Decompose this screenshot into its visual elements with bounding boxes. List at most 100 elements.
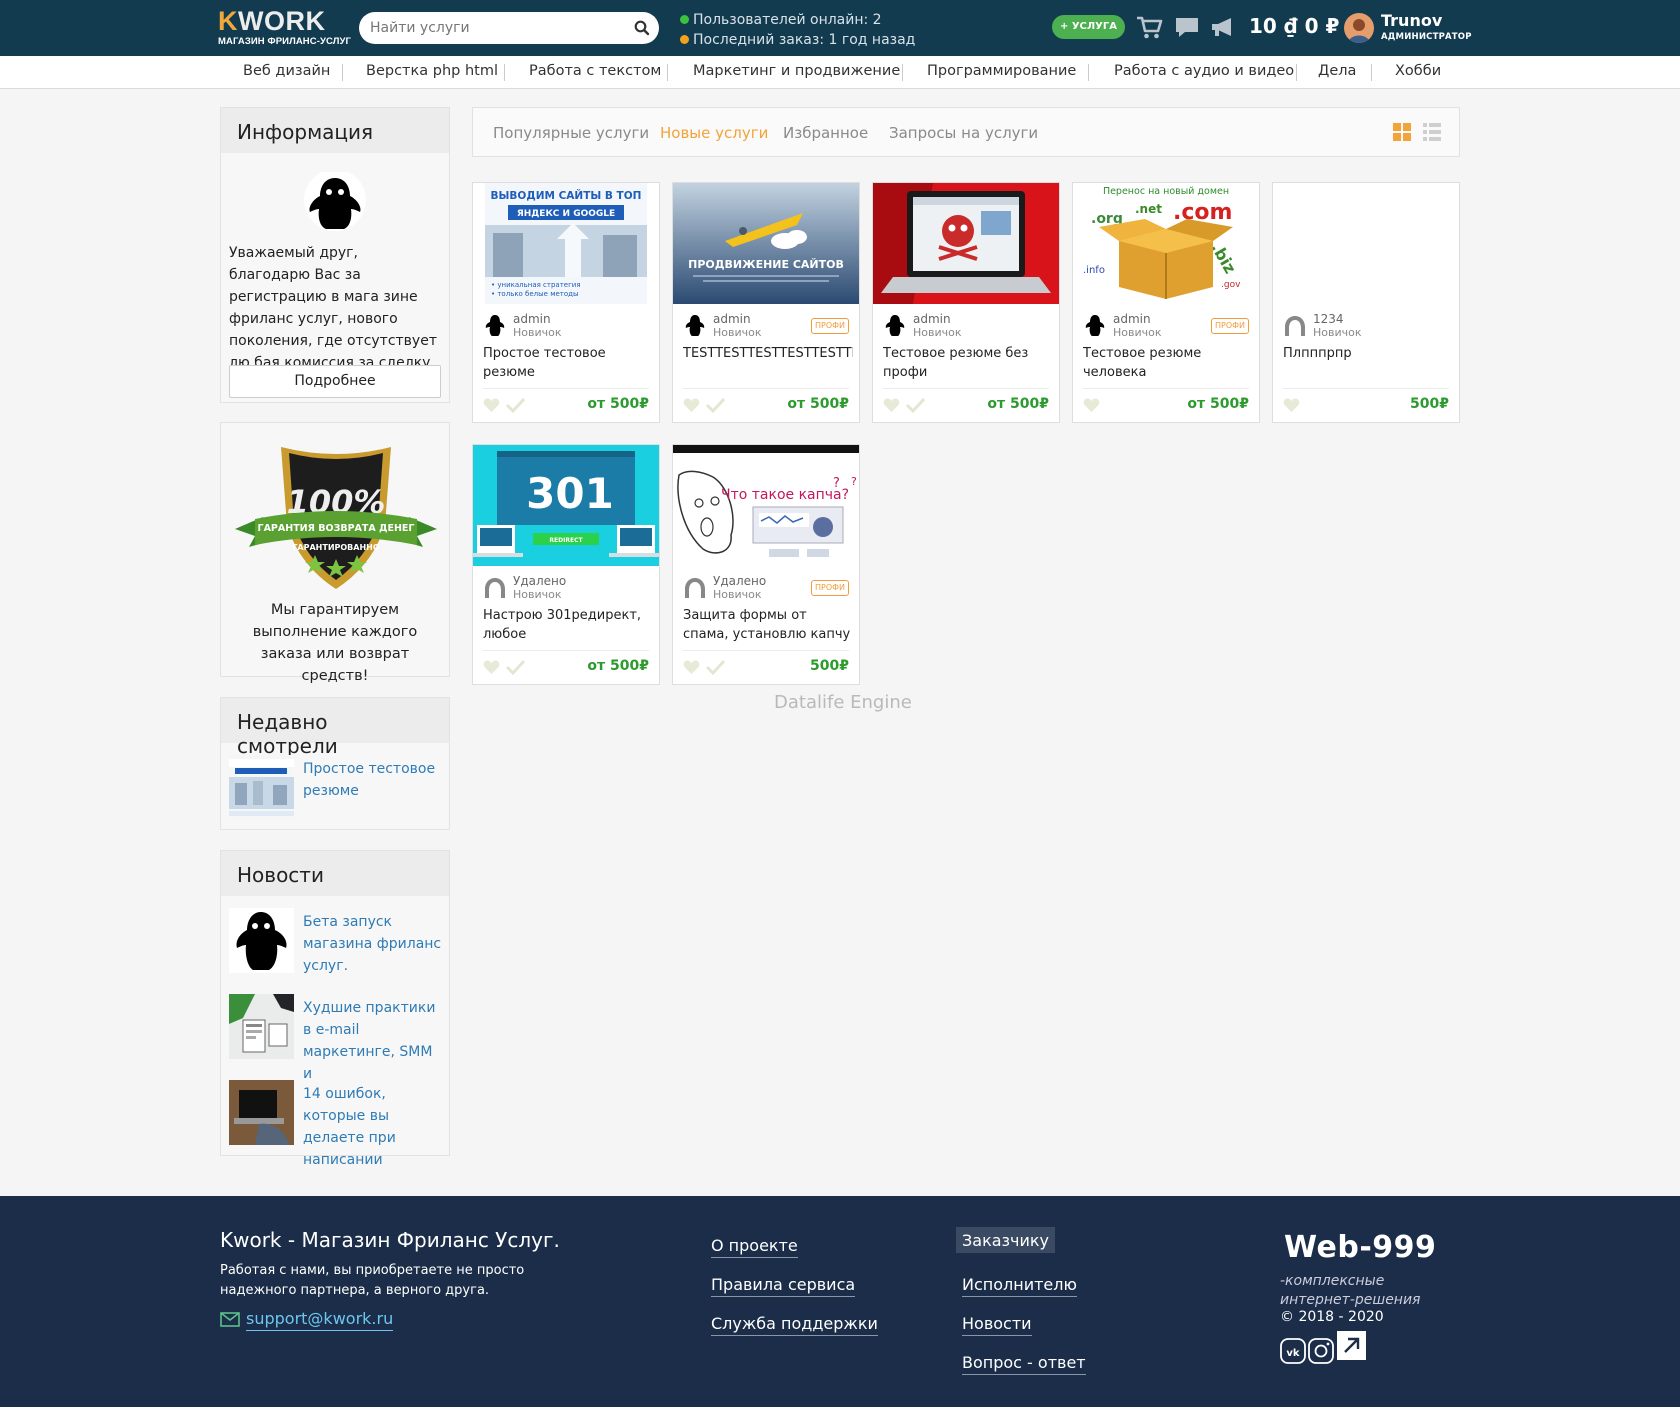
footer-link-faq[interactable]: Вопрос - ответ [962,1353,1086,1375]
footer-link-freelancer[interactable]: Исполнителю [962,1275,1077,1297]
service-card[interactable]: 1234 Новичок Плпппрпр 500₽ [1272,182,1460,423]
footer-link-news[interactable]: Новости [962,1314,1032,1336]
tab-new-services[interactable]: Новые услуги [660,124,768,142]
news-link[interactable]: Худшие практики в e-mail маркетинге, SMM… [303,997,443,1085]
service-card-image[interactable]: Перенос на новый домен .net .com .org .b… [1073,183,1259,304]
guarantee-box: 100% ГАРАНТИЯ ВОЗВРАТА ДЕНЕГ ГАРАНТИРОВА… [220,422,450,684]
card-title[interactable]: Тестовое резюме человека [1083,344,1253,382]
notifications-megaphone-icon[interactable] [1209,14,1237,40]
service-card-image[interactable]: ПРОДВИЖЕНИЕ САЙТОВ [673,183,859,304]
favorite-heart-icon[interactable] [683,659,700,675]
recent-item-thumbnail[interactable] [229,755,294,820]
service-card[interactable]: Что такое капча? ? ? Удалено Новичок ПРО… [672,444,860,685]
card-user-name[interactable]: admin [1113,312,1151,326]
search-input[interactable] [359,12,621,44]
recently-viewed-title: Недавно смотрели [221,698,449,758]
default-user-avatar-icon [485,578,505,598]
favorite-heart-icon[interactable] [1083,397,1100,413]
tab-popular-services[interactable]: Популярные услуги [493,124,649,142]
card-title[interactable]: Тестовое резюме без профи [883,344,1053,382]
category-link-business[interactable]: Дела [1318,63,1356,79]
profi-badge: ПРОФИ [810,318,849,334]
card-title[interactable]: TESTTESTTESTTESTTESTTES [683,344,853,382]
favorite-heart-icon[interactable] [483,659,500,675]
service-card-image[interactable]: Что такое капча? ? ? [673,445,859,566]
news-thumbnail[interactable] [229,908,294,973]
card-price: от 500₽ [1187,396,1249,412]
footer-link-customer[interactable]: Заказчику [956,1227,1056,1253]
footer-description: Работая с нами, вы приобретаете не прост… [220,1263,525,1298]
footer-link-support[interactable]: Служба поддержки [711,1314,878,1336]
user-balance[interactable]: 10 ₫ 0 ₽ [1249,14,1339,38]
category-link-text[interactable]: Работа с текстом [529,63,661,79]
service-card[interactable]: ПРОДВИЖЕНИЕ САЙТОВ admin Новичок ПРОФИ T… [672,182,860,423]
grid-view-icon[interactable] [1393,123,1411,141]
news-thumbnail[interactable] [229,1080,294,1145]
footer-link-about[interactable]: О проекте [711,1236,798,1258]
list-view-icon[interactable] [1423,123,1441,141]
card-user-name[interactable]: Удалено [513,574,566,588]
card-user-name[interactable]: admin [713,312,751,326]
category-link-markup[interactable]: Верстка php html [366,63,498,79]
card-user-name[interactable]: Удалено [713,574,766,588]
card-image-headline: 301 [526,469,614,518]
card-price: 500₽ [810,658,849,674]
search-icon[interactable] [633,19,651,37]
search-box [359,12,659,44]
vk-icon[interactable]: vk [1280,1335,1306,1365]
category-link-hobby[interactable]: Хобби [1395,63,1441,79]
card-user-level: Новичок [913,326,962,339]
default-user-avatar-icon [685,578,705,598]
cart-icon[interactable] [1135,14,1163,40]
card-user-name[interactable]: admin [513,312,551,326]
category-link-web-design[interactable]: Веб дизайн [243,63,330,79]
card-user-name[interactable]: 1234 [1313,312,1344,326]
news-link[interactable]: Бета запуск магазина фриланс услуг. [303,911,443,977]
messages-icon[interactable] [1173,14,1201,40]
card-price: от 500₽ [587,396,649,412]
recent-item-link[interactable]: Простое тестовое резюме [303,758,443,802]
category-link-programming[interactable]: Программирование [927,63,1076,79]
more-info-button[interactable]: Подробнее [229,365,441,398]
support-email-link[interactable]: support@kwork.ru [246,1309,394,1331]
category-link-marketing[interactable]: Маркетинг и продвижение [693,63,900,79]
tab-favorites[interactable]: Избранное [783,124,868,142]
card-user-level: Новичок [713,588,762,601]
service-card[interactable]: admin Новичок Тестовое резюме без профи … [872,182,1060,423]
card-divider [483,650,649,651]
top-header: KWORK МАГАЗИН ФРИЛАНС-УСЛУГ Пользователе… [0,0,1680,56]
news-link[interactable]: 14 ошибок, которые вы делаете при написа… [303,1083,443,1171]
favorite-heart-icon[interactable] [883,397,900,413]
service-card[interactable]: 301 REDIRECT Удалено Новичок Настрою 301… [472,444,660,685]
favorite-heart-icon[interactable] [683,397,700,413]
verified-check-icon [706,659,725,675]
site-logo[interactable]: KWORK МАГАЗИН ФРИЛАНС-УСЛУГ [218,8,351,48]
category-link-audio-video[interactable]: Работа с аудио и видео [1114,63,1294,79]
footer-link-rules[interactable]: Правила сервиса [711,1275,856,1297]
favorite-heart-icon[interactable] [483,397,500,413]
footer-email: support@kwork.ru [220,1309,394,1331]
user-avatar-penguin-icon [885,315,905,336]
card-title[interactable]: Настрою 301редирект, любое [483,606,653,644]
news-thumbnail[interactable] [229,994,294,1059]
card-user-name[interactable]: admin [913,312,951,326]
card-title[interactable]: Простое тестовое резюме [483,344,653,382]
card-title[interactable]: Защита формы от спама, установлю капчу н… [683,606,853,644]
service-card-image[interactable]: ВЫВОДИМ САЙТЫ В ТОП ЯНДЕКС И GOOGLE • ун… [473,183,659,304]
tab-service-requests[interactable]: Запросы на услуги [889,124,1038,142]
service-card[interactable]: ВЫВОДИМ САЙТЫ В ТОП ЯНДЕКС И GOOGLE • ун… [472,182,660,423]
card-title[interactable]: Плпппрпр [1283,344,1453,382]
default-user-avatar-icon [1285,316,1305,336]
user-avatar[interactable] [1344,13,1374,43]
service-card-image[interactable] [873,183,1059,304]
card-price: от 500₽ [787,396,849,412]
external-link-icon[interactable] [1336,1330,1367,1361]
service-card-image[interactable] [1273,183,1459,304]
add-service-button[interactable]: + УСЛУГА [1052,15,1125,39]
developer-brand[interactable]: Web-999 [1284,1230,1436,1265]
instagram-icon[interactable] [1308,1335,1334,1365]
favorite-heart-icon[interactable] [1283,397,1300,413]
service-card-image[interactable]: 301 REDIRECT [473,445,659,566]
user-name[interactable]: Trunov [1381,12,1442,30]
service-card[interactable]: Перенос на новый домен .net .com .org .b… [1072,182,1260,423]
